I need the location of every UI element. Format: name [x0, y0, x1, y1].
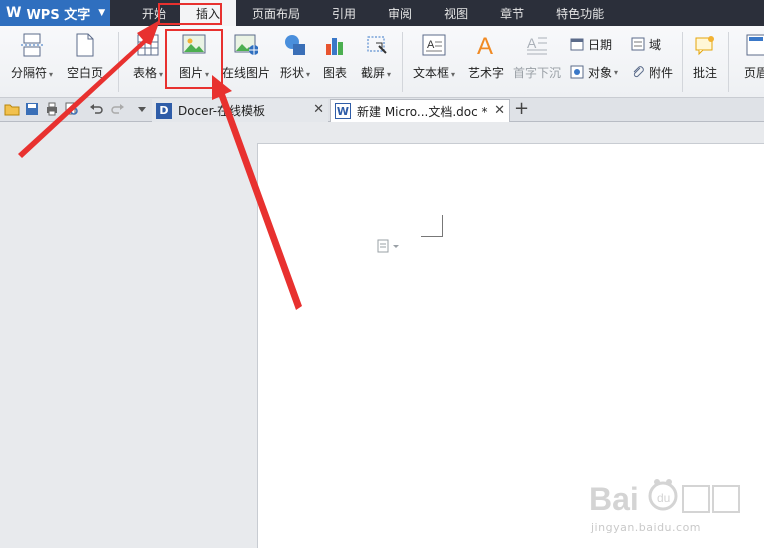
open-folder-icon[interactable]: [4, 101, 20, 117]
attachment-icon: [631, 65, 645, 79]
document-tab-strip: D Docer-在线模板 ✕ W 新建 Micro...文档.doc * ✕ +: [0, 98, 764, 122]
header-footer-label: 页眉: [743, 66, 764, 80]
field-button[interactable]: 域: [631, 34, 661, 54]
chart-button[interactable]: 图表: [320, 32, 350, 94]
attachment-button[interactable]: 附件: [631, 62, 673, 82]
wordart-button[interactable]: A 艺术字: [466, 32, 506, 94]
watermark-url: jingyan.baidu.com: [591, 521, 702, 534]
header-footer-icon: [744, 32, 764, 58]
online-picture-label: 在线图片: [222, 66, 271, 80]
comment-button[interactable]: 批注: [688, 32, 722, 94]
close-icon[interactable]: ✕: [313, 102, 324, 117]
calendar-icon: [570, 37, 584, 51]
ribbon-insert: 分隔符 ▾ 空白页 表格 ▾ 图片 ▾ 在线图片 形状 ▾ 图表 截屏 ▾ A …: [0, 26, 764, 98]
screenshot-label: 截屏: [360, 66, 385, 80]
textbox-label: 文本框: [412, 66, 449, 80]
table-icon: [136, 32, 160, 58]
ribbon-separator: [682, 32, 683, 92]
new-tab-plus-icon[interactable]: +: [514, 98, 529, 119]
shapes-button[interactable]: 形状 ▾: [276, 32, 314, 94]
wordart-icon: A: [474, 32, 498, 58]
page-break-icon: [20, 32, 44, 58]
wordart-label: 艺术字: [467, 66, 504, 80]
save-icon[interactable]: [24, 101, 40, 117]
paragraph-layout-icon[interactable]: [377, 239, 401, 253]
comment-label: 批注: [692, 66, 717, 80]
tab-references[interactable]: 引用: [316, 0, 372, 26]
close-icon[interactable]: ✕: [494, 103, 505, 118]
drop-cap-icon: A: [525, 32, 549, 58]
date-button[interactable]: 日期: [570, 34, 612, 54]
date-label: 日期: [588, 37, 613, 52]
tab-view[interactable]: 视图: [428, 0, 484, 26]
blank-page-icon: [73, 32, 97, 58]
tab-docer-templates[interactable]: D Docer-在线模板 ✕: [152, 99, 328, 122]
docer-icon: D: [156, 102, 172, 119]
tab-chapter[interactable]: 章节: [484, 0, 540, 26]
tab-current-document[interactable]: W 新建 Micro...文档.doc * ✕: [330, 99, 510, 122]
chart-icon: [323, 32, 347, 58]
tab-docer-label: Docer-在线模板: [178, 104, 266, 118]
field-label: 域: [649, 37, 662, 52]
field-icon: [631, 37, 645, 51]
tab-doc-label: 新建 Micro...文档.doc *: [357, 104, 488, 119]
shapes-label: 形状: [279, 66, 304, 80]
app-menu-button[interactable]: W WPS 文字 ▼: [0, 0, 110, 26]
print-icon[interactable]: [44, 101, 60, 117]
menu-bar: W WPS 文字 ▼ 开始 插入 页面布局 引用 审阅 视图 章节 特色功能: [0, 0, 764, 26]
textbox-icon: A: [422, 32, 446, 58]
margin-corner-mark: [421, 215, 443, 237]
svg-text:A: A: [477, 33, 493, 57]
print-preview-icon[interactable]: [64, 101, 80, 117]
ribbon-separator: [118, 32, 119, 92]
tab-special-features[interactable]: 特色功能: [540, 0, 620, 26]
undo-icon[interactable]: [88, 101, 104, 117]
header-footer-button[interactable]: 页眉: [736, 32, 764, 94]
tab-review[interactable]: 审阅: [372, 0, 428, 26]
chart-label: 图表: [322, 66, 347, 80]
table-button[interactable]: 表格 ▾: [128, 32, 168, 94]
word-doc-icon: W: [335, 103, 351, 119]
table-label: 表格: [132, 66, 157, 80]
screenshot-button[interactable]: 截屏 ▾: [356, 32, 396, 94]
svg-text:A: A: [527, 35, 537, 51]
blank-page-label: 空白页: [66, 66, 103, 80]
redo-icon[interactable]: [110, 101, 126, 117]
picture-button-highlight: [165, 29, 223, 89]
blank-page-button[interactable]: 空白页: [63, 32, 107, 94]
app-name: WPS 文字: [26, 7, 91, 23]
tab-page-layout[interactable]: 页面布局: [236, 0, 316, 26]
ribbon-separator: [402, 32, 403, 92]
textbox-button[interactable]: A 文本框 ▾: [410, 32, 458, 94]
page-break-button[interactable]: 分隔符 ▾: [8, 32, 56, 94]
object-icon: [570, 65, 584, 79]
wps-logo-icon: W: [6, 5, 22, 21]
svg-text:du: du: [657, 491, 670, 505]
shapes-icon: [283, 32, 307, 58]
page-break-label: 分隔符: [10, 66, 47, 80]
quick-access-dropdown-icon[interactable]: [134, 101, 150, 117]
screenshot-icon: [364, 32, 388, 58]
insert-tab-highlight: [158, 3, 222, 25]
drop-cap-button: A 首字下沉: [512, 32, 562, 94]
object-label: 对象: [588, 65, 613, 80]
comment-icon: [693, 32, 717, 58]
attachment-label: 附件: [649, 65, 674, 80]
svg-text:Bai: Bai: [589, 481, 639, 517]
online-picture-icon: [234, 32, 258, 58]
object-button[interactable]: 对象 ▾: [570, 62, 618, 82]
drop-cap-label: 首字下沉: [512, 66, 561, 80]
svg-text:A: A: [427, 39, 435, 51]
ribbon-separator: [728, 32, 729, 92]
chevron-down-icon: ▼: [98, 8, 106, 18]
online-picture-button[interactable]: 在线图片: [222, 32, 270, 94]
